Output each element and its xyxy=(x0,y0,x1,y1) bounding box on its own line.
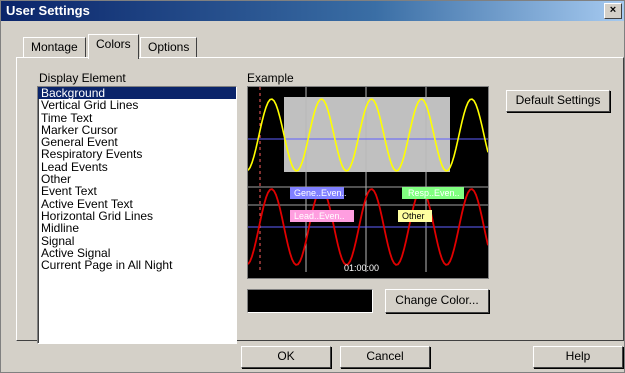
list-item[interactable]: Vertical Grid Lines xyxy=(38,99,236,111)
title-bar[interactable]: User Settings × xyxy=(1,1,624,21)
display-element-list[interactable]: Background Vertical Grid Lines Time Text Ma… xyxy=(37,86,237,344)
default-settings-button[interactable]: Default Settings xyxy=(506,90,610,112)
close-icon[interactable]: × xyxy=(604,3,622,19)
change-color-label: Change Color... xyxy=(395,293,479,307)
example-label: Example xyxy=(247,71,294,85)
list-item[interactable]: Midline xyxy=(38,222,236,234)
other-event-text: Other xyxy=(402,211,425,221)
current-color-swatch xyxy=(247,289,373,313)
list-item[interactable]: Current Page in All Night xyxy=(38,259,236,271)
lead-event-text: Lead..Even.. xyxy=(294,211,345,221)
cancel-button[interactable]: Cancel xyxy=(340,346,430,368)
tab-colors[interactable]: Colors xyxy=(88,34,139,59)
window-title: User Settings xyxy=(6,3,90,18)
ok-button[interactable]: OK xyxy=(241,346,331,368)
tab-options[interactable]: Options xyxy=(140,37,198,58)
list-item[interactable]: Signal xyxy=(38,234,236,247)
display-element-label: Display Element xyxy=(39,71,126,85)
respiratory-event-text: Resp..Even.. xyxy=(408,188,460,198)
time-text: 01:00:00 xyxy=(344,263,379,273)
list-item[interactable]: Respiratory Events xyxy=(38,148,236,160)
change-color-button[interactable]: Change Color... xyxy=(385,289,489,313)
general-event-text: Gene..Even.. xyxy=(294,188,347,198)
example-preview: Gene..Even.. Resp..Even.. Lead..Even.. O… xyxy=(247,86,489,279)
help-button[interactable]: Help xyxy=(533,346,623,368)
help-label: Help xyxy=(565,349,591,363)
tab-montage[interactable]: Montage xyxy=(23,37,86,58)
cancel-label: Cancel xyxy=(366,349,404,363)
list-item[interactable]: Event Text xyxy=(38,185,236,197)
user-settings-dialog: User Settings × Montage Colors Options D… xyxy=(0,0,625,373)
default-settings-label: Default Settings xyxy=(515,93,601,107)
ok-label: OK xyxy=(277,349,295,363)
